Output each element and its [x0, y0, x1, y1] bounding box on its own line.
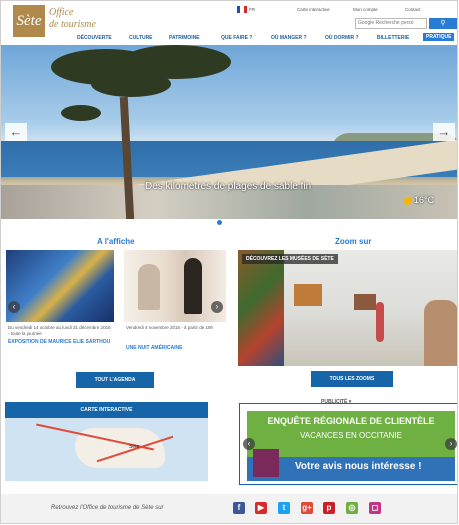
language-selector[interactable]: FR [249, 7, 255, 12]
affiche-card-date: Vendredi 4 novembre 2016 - à partir de 1… [126, 325, 214, 330]
nav-pratique[interactable]: PRATIQUE [423, 33, 455, 41]
top-link-map[interactable]: Carte interactive [297, 7, 330, 12]
hero-caption: Des kilomètres de plages de sable fin [145, 181, 312, 192]
zoom-banner: DÉCOUVREZ LES MUSÉES DE SÈTE [242, 254, 338, 264]
chevron-left-icon: ‹ [12, 302, 16, 311]
map-title[interactable]: CARTE INTERACTIVE [5, 402, 208, 418]
visitor-shape [376, 302, 384, 342]
nav-patrimoine[interactable]: PATRIMOINE [169, 35, 200, 41]
logo-mark: Sète [13, 5, 45, 37]
ad-subline: VACANCES EN OCCITANIE [300, 431, 402, 440]
visitor-shape [424, 300, 457, 366]
youtube-icon[interactable]: ▶ [255, 502, 267, 514]
nav-ou-manger[interactable]: OÙ MANGER ? [271, 35, 307, 41]
page: Sète Office de tourisme FR Carte interac… [0, 0, 458, 524]
zoom-title: Zoom sur [335, 237, 372, 246]
affiche-card-image[interactable] [124, 250, 226, 322]
ad-cta: Votre avis nous intéresse ! [295, 461, 422, 472]
facebook-icon[interactable]: f [233, 502, 245, 514]
logo-line1: Office [49, 7, 74, 18]
interactive-map[interactable]: Sète [5, 418, 208, 481]
chevron-right-icon: › [449, 439, 453, 448]
arrow-right-icon: → [437, 124, 451, 139]
ad-label: PUBLICITÉ ▾ [321, 399, 352, 405]
affiche-card-date: Du vendredi 14 octobre au lundi 31 décem… [8, 325, 111, 336]
instagram-icon[interactable]: ◻ [369, 502, 381, 514]
top-link-contact[interactable]: Contact [405, 7, 421, 12]
social-text: Retrouvez l'Office de tourisme de Sète s… [51, 505, 164, 511]
hero-tree-crown [61, 105, 101, 121]
logo-text: Office de tourisme [49, 7, 96, 31]
search-icon: ⚲ [440, 20, 446, 27]
twitter-icon[interactable]: t [278, 502, 290, 514]
affiche-card-title[interactable]: UNE NUIT AMÉRICAINE [126, 345, 226, 351]
painting-shape [354, 294, 376, 310]
arrow-left-icon: ← [9, 124, 23, 139]
painting-shape [294, 284, 322, 306]
ad-label-text: PUBLICITÉ [321, 399, 348, 405]
hero-prev-button[interactable]: ← [5, 123, 27, 141]
all-agenda-button[interactable]: TOUT L'AGENDA [76, 372, 154, 388]
map-place-label: Sète [129, 444, 140, 450]
nav-billetterie[interactable]: BILLETTERIE [377, 35, 409, 41]
figure-shape [138, 264, 160, 310]
tripadvisor-icon[interactable]: ◎ [346, 502, 358, 514]
logo-line2: de tourisme [49, 19, 96, 30]
affiche-prev-button[interactable]: ‹ [8, 301, 20, 313]
affiche-card-title[interactable]: EXPOSITION DE MAURICE ELIE SARTHOU [8, 339, 112, 345]
region-logo [253, 449, 279, 477]
painting-shape [238, 250, 284, 366]
pinterest-icon[interactable]: p [323, 502, 335, 514]
french-flag-icon[interactable] [237, 6, 247, 13]
nav-decouverte[interactable]: DÉCOUVERTE [77, 35, 112, 41]
hero-tree-crown [91, 71, 171, 97]
main-nav: DÉCOUVERTE CULTURE PATRIMOINE QUE FAIRE … [75, 33, 457, 45]
chevron-right-icon: › [215, 302, 219, 311]
hero-next-button[interactable]: → [433, 123, 455, 141]
chevron-left-icon: ‹ [247, 439, 251, 448]
sun-icon [404, 197, 412, 205]
slider-dot[interactable] [217, 220, 222, 225]
affiche-card-image[interactable] [6, 250, 114, 322]
nav-culture[interactable]: CULTURE [129, 35, 153, 41]
ad-prev-button[interactable]: ‹ [243, 438, 255, 450]
search-input[interactable]: Google Recherche perso [355, 18, 427, 29]
googleplus-icon[interactable]: g+ [301, 502, 313, 514]
affiche-next-button[interactable]: › [211, 301, 223, 313]
social-footer: Retrouvez l'Office de tourisme de Sète s… [1, 494, 457, 523]
zoom-image[interactable]: DÉCOUVREZ LES MUSÉES DE SÈTE [238, 250, 457, 366]
top-link-account[interactable]: Mon compte [353, 7, 378, 12]
figure-shape [184, 258, 202, 314]
ad-headline: ENQUÊTE RÉGIONALE DE CLIENTÈLE [267, 416, 435, 426]
weather-temperature: 16°C [414, 195, 435, 205]
nav-que-faire[interactable]: QUE FAIRE ? [221, 35, 252, 41]
hero-slider: ← → [1, 45, 457, 219]
affiche-title: A l'affiche [97, 237, 135, 246]
search-button[interactable]: ⚲ [429, 18, 457, 29]
nav-ou-dormir[interactable]: OÙ DORMIR ? [325, 35, 359, 41]
site-header: Sète Office de tourisme FR Carte interac… [1, 1, 457, 45]
all-zooms-button[interactable]: TOUS LES ZOOMS [311, 371, 393, 387]
ad-banner[interactable]: ENQUÊTE RÉGIONALE DE CLIENTÈLE VACANCES … [247, 411, 455, 481]
ad-next-button[interactable]: › [445, 438, 457, 450]
